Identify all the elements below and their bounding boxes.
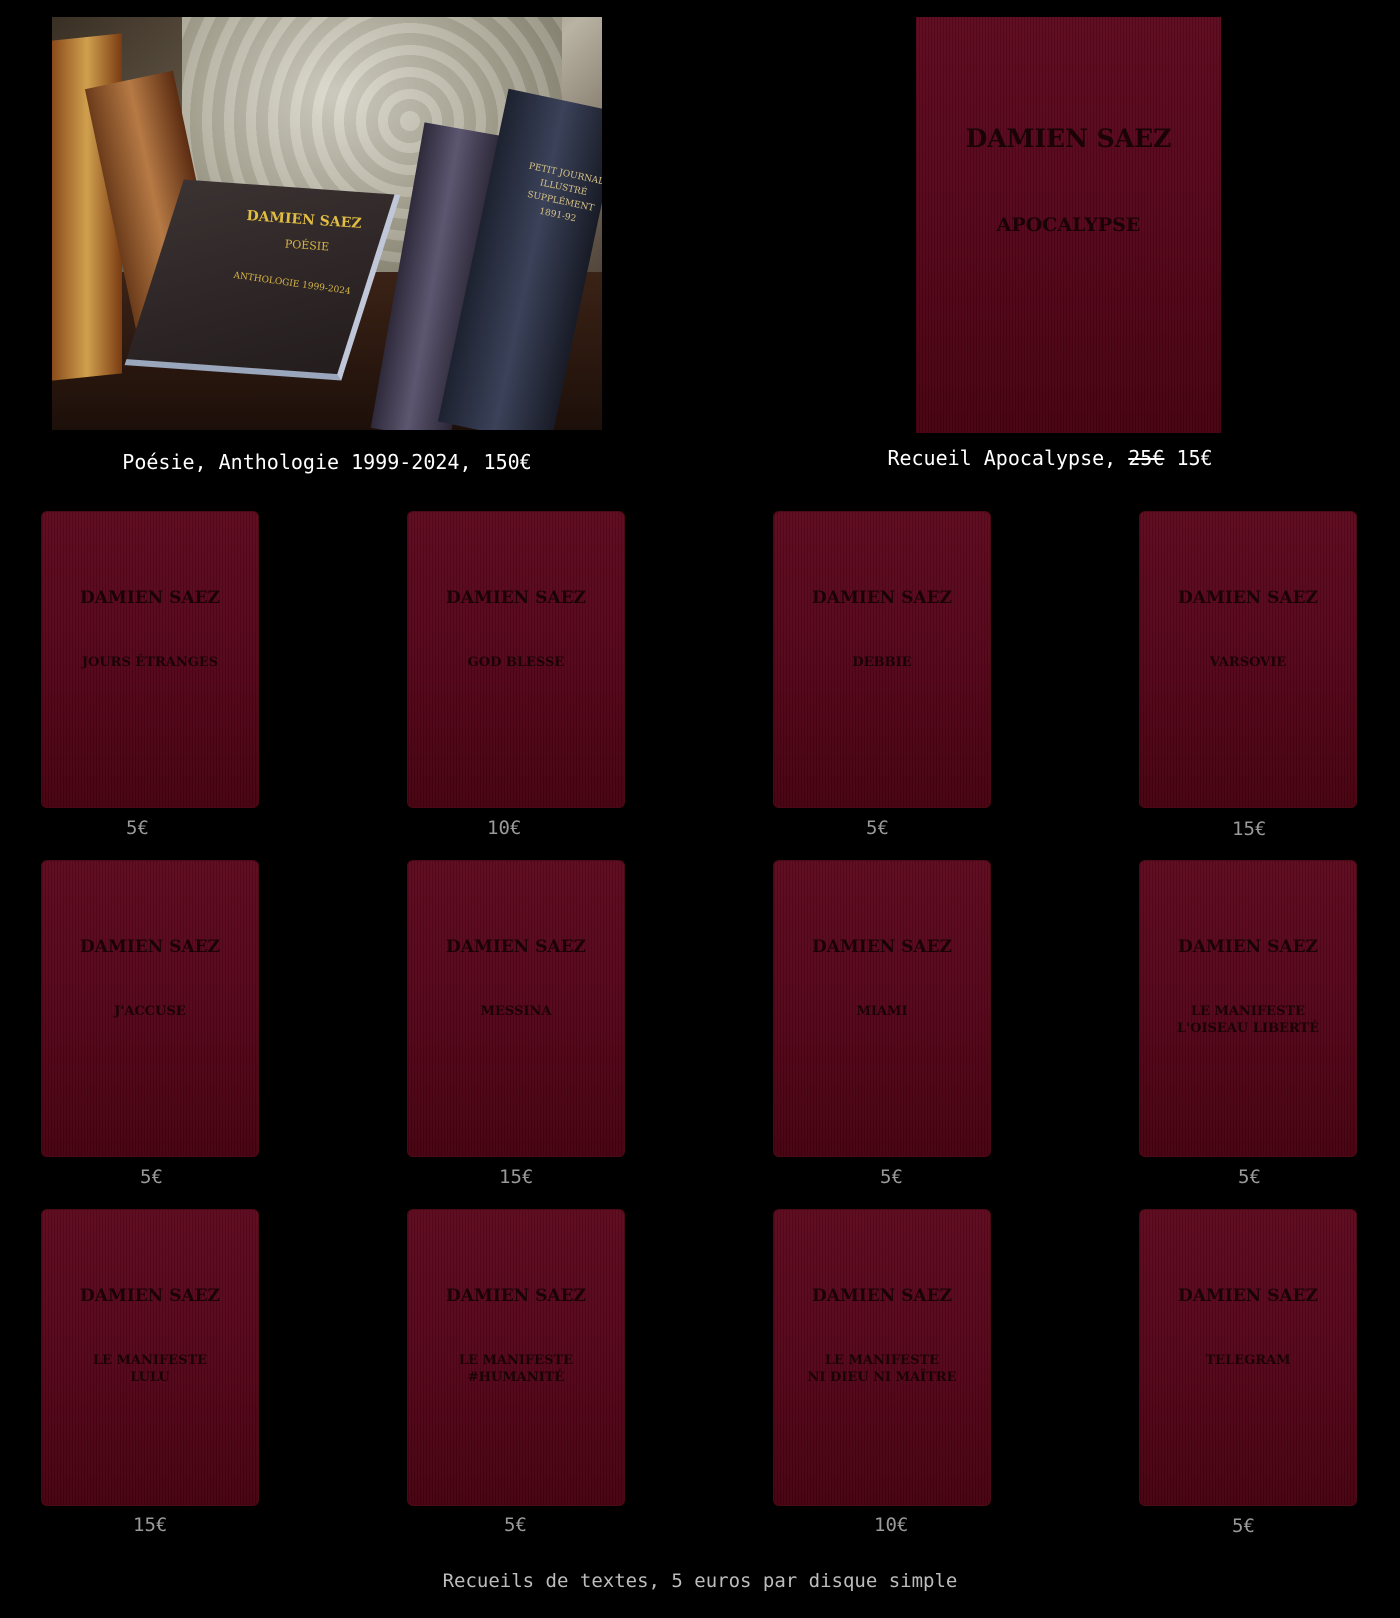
cover-title: LE MANIFESTE #HUMANITÉ	[458, 1353, 574, 1385]
cover-title: APOCALYPSE	[996, 214, 1141, 236]
booklet-cover[interactable]: DAMIEN SAEZ MESSINA	[407, 860, 625, 1157]
apocalypse-caption[interactable]: Recueil Apocalypse, 25€ 15€	[880, 446, 1220, 470]
cover-author: DAMIEN SAEZ	[812, 937, 952, 957]
apocalypse-cover[interactable]: DAMIEN SAEZ APOCALYPSE	[916, 17, 1221, 433]
cover-title: LE MANIFESTE LULU	[92, 1353, 208, 1385]
booklet-cover[interactable]: DAMIEN SAEZ VARSOVIE	[1139, 511, 1357, 808]
cover-title: JOURS ÉTRANGES	[81, 655, 219, 670]
booklet-cover[interactable]: DAMIEN SAEZ DEBBIE	[773, 511, 991, 808]
anthology-caption[interactable]: Poésie, Anthologie 1999-2024, 150€	[52, 450, 602, 474]
booklet-cover[interactable]: DAMIEN SAEZ MIAMI	[773, 860, 991, 1157]
booklet-price: 5€	[504, 1514, 527, 1536]
footer-note: Recueils de textes, 5 euros par disque s…	[442, 1570, 958, 1592]
cover-title: DEBBIE	[852, 655, 912, 670]
caption-prefix: Recueil Apocalypse,	[887, 446, 1117, 470]
cover-author: DAMIEN SAEZ	[1178, 588, 1318, 608]
booklet-cover[interactable]: DAMIEN SAEZ LE MANIFESTE LULU	[41, 1209, 259, 1506]
booklet-price: 10€	[874, 1514, 909, 1536]
cover-author: DAMIEN SAEZ	[965, 124, 1172, 153]
booklet-cover[interactable]: DAMIEN SAEZ LE MANIFESTE #HUMANITÉ	[407, 1209, 625, 1506]
cover-author: DAMIEN SAEZ	[1178, 1286, 1318, 1306]
old-price: 25€	[1128, 446, 1165, 470]
cover-title: LE MANIFESTE L'OISEAU LIBERTÉ	[1176, 1004, 1320, 1036]
booklet-price: 5€	[1232, 1515, 1255, 1537]
cover-author: DAMIEN SAEZ	[80, 1286, 220, 1306]
cover-title: VARSOVIE	[1209, 655, 1287, 670]
cover-title: MESSINA	[480, 1004, 552, 1019]
cover-title: GOD BLESSE	[467, 655, 565, 670]
booklet-price: 5€	[1238, 1166, 1261, 1188]
booklet-price: 5€	[140, 1166, 163, 1188]
cover-author: DAMIEN SAEZ	[80, 937, 220, 957]
cover-author: DAMIEN SAEZ	[446, 588, 586, 608]
booklet-price: 10€	[487, 817, 522, 839]
booklet-cover[interactable]: DAMIEN SAEZ J'ACCUSE	[41, 860, 259, 1157]
cover-title: J'ACCUSE	[114, 1004, 186, 1019]
price: 15€	[1176, 446, 1213, 470]
booklet-price: 5€	[126, 817, 149, 839]
booklet-price: 5€	[866, 817, 889, 839]
booklet-cover[interactable]: DAMIEN SAEZ LE MANIFESTE L'OISEAU LIBERTÉ	[1139, 860, 1357, 1157]
cover-author: DAMIEN SAEZ	[1178, 937, 1318, 957]
booklet-price: 15€	[133, 1514, 168, 1536]
booklet-price: 15€	[1232, 818, 1267, 840]
cover-author: DAMIEN SAEZ	[80, 588, 220, 608]
cover-author: DAMIEN SAEZ	[446, 1286, 586, 1306]
cover-title: TELEGRAM	[1205, 1353, 1291, 1368]
cover-author: DAMIEN SAEZ	[812, 1286, 952, 1306]
cover-title: MIAMI	[856, 1004, 908, 1019]
booklet-cover[interactable]: DAMIEN SAEZ LE MANIFESTE NI DIEU NI MAÎTR…	[773, 1209, 991, 1506]
cover-author: DAMIEN SAEZ	[812, 588, 952, 608]
booklet-price: 15€	[499, 1166, 534, 1188]
cover-title: LE MANIFESTE NI DIEU NI MAÎTRE	[807, 1353, 957, 1385]
anthology-photo[interactable]: PETIT JOURNAL ILLUSTRÉ SUPPLÉMENT 1891-9…	[52, 17, 602, 430]
booklet-cover[interactable]: DAMIEN SAEZ JOURS ÉTRANGES	[41, 511, 259, 808]
booklet-cover[interactable]: DAMIEN SAEZ GOD BLESSE	[407, 511, 625, 808]
booklet-price: 5€	[880, 1166, 903, 1188]
cover-author: DAMIEN SAEZ	[446, 937, 586, 957]
booklet-cover[interactable]: DAMIEN SAEZ TELEGRAM	[1139, 1209, 1357, 1506]
